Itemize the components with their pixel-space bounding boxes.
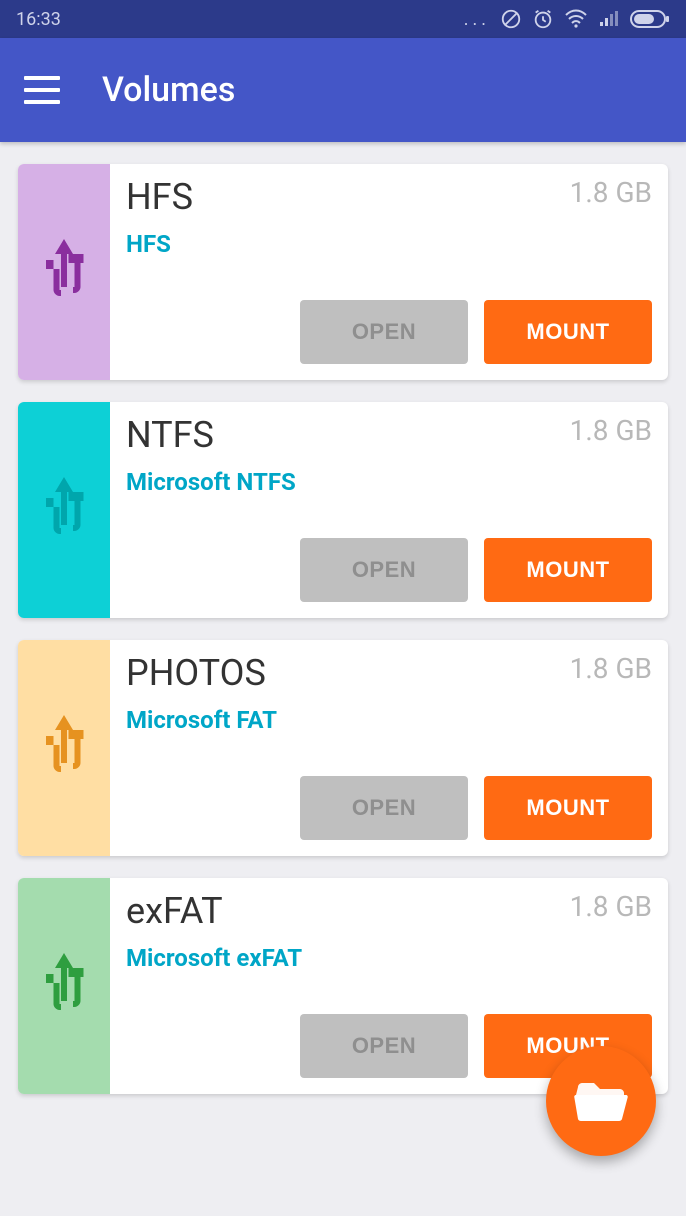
- mount-button[interactable]: MOUNT: [484, 538, 652, 602]
- usb-stripe: [18, 640, 110, 856]
- usb-stripe: [18, 878, 110, 1094]
- usb-icon: [40, 950, 88, 1022]
- mount-button[interactable]: MOUNT: [484, 776, 652, 840]
- volume-size: 1.8 GB: [570, 652, 652, 685]
- wifi-icon: [564, 9, 588, 29]
- dnd-icon: [500, 8, 522, 30]
- browse-fab[interactable]: [546, 1046, 656, 1156]
- volume-filesystem: Microsoft NTFS: [126, 468, 652, 496]
- usb-icon: [40, 236, 88, 308]
- volume-card: PHOTOS 1.8 GB Microsoft FAT OPEN MOUNT: [18, 640, 668, 856]
- open-button[interactable]: OPEN: [300, 776, 468, 840]
- page-title: Volumes: [102, 70, 235, 110]
- status-icons: ...: [464, 8, 670, 30]
- more-indicator: ...: [464, 9, 490, 30]
- usb-stripe: [18, 164, 110, 380]
- volume-filesystem: Microsoft FAT: [126, 706, 652, 734]
- battery-icon: [630, 10, 670, 28]
- volume-name: NTFS: [126, 414, 214, 456]
- menu-button[interactable]: [24, 76, 60, 104]
- mount-button[interactable]: MOUNT: [484, 300, 652, 364]
- usb-stripe: [18, 402, 110, 618]
- alarm-icon: [532, 8, 554, 30]
- volume-card: HFS 1.8 GB HFS OPEN MOUNT: [18, 164, 668, 380]
- signal-icon: [598, 10, 620, 28]
- volume-name: exFAT: [126, 890, 223, 932]
- volume-filesystem: Microsoft exFAT: [126, 944, 652, 972]
- volume-list: HFS 1.8 GB HFS OPEN MOUNT NTFS 1.8 GB Mi…: [0, 142, 686, 1094]
- volume-size: 1.8 GB: [570, 890, 652, 923]
- clock: 16:33: [16, 9, 61, 30]
- usb-icon: [40, 712, 88, 784]
- open-button[interactable]: OPEN: [300, 1014, 468, 1078]
- volume-card: NTFS 1.8 GB Microsoft NTFS OPEN MOUNT: [18, 402, 668, 618]
- volume-size: 1.8 GB: [570, 176, 652, 209]
- usb-icon: [40, 474, 88, 546]
- volume-name: HFS: [126, 176, 193, 218]
- open-button[interactable]: OPEN: [300, 300, 468, 364]
- volume-size: 1.8 GB: [570, 414, 652, 447]
- volume-name: PHOTOS: [126, 652, 266, 694]
- volume-filesystem: HFS: [126, 230, 652, 258]
- open-button[interactable]: OPEN: [300, 538, 468, 602]
- statusbar: 16:33 ...: [0, 0, 686, 38]
- folder-icon: [574, 1079, 628, 1123]
- appbar: Volumes: [0, 38, 686, 142]
